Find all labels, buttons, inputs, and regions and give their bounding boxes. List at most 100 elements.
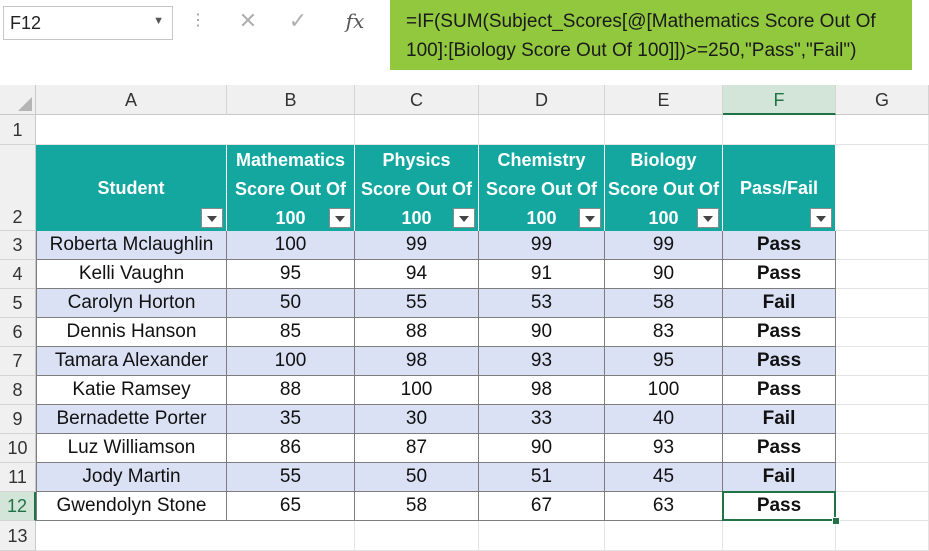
enter-icon[interactable]: ✓	[283, 7, 313, 35]
row-header-9[interactable]: 9	[0, 405, 36, 434]
table-cell[interactable]: 40	[605, 405, 723, 434]
more-options-icon[interactable]: ⋮	[188, 10, 208, 30]
fill-handle[interactable]	[832, 517, 840, 525]
table-cell[interactable]: 99	[479, 231, 605, 260]
table-header-cell[interactable]: Pass/Fail	[723, 145, 836, 231]
table-cell[interactable]: Luz Williamson	[36, 434, 227, 463]
select-all-button[interactable]	[0, 85, 36, 115]
table-cell[interactable]: Gwendolyn Stone	[36, 492, 227, 521]
table-cell[interactable]: 55	[355, 289, 479, 318]
table-cell[interactable]: Dennis Hanson	[36, 318, 227, 347]
table-cell[interactable]: Kelli Vaughn	[36, 260, 227, 289]
table-cell[interactable]: Fail	[723, 289, 836, 318]
table-cell[interactable]: Fail	[723, 405, 836, 434]
table-cell[interactable]: 63	[605, 492, 723, 521]
column-header-b[interactable]: B	[227, 85, 355, 115]
table-cell[interactable]: 87	[355, 434, 479, 463]
table-cell[interactable]: 33	[479, 405, 605, 434]
row-header-6[interactable]: 6	[0, 318, 36, 347]
table-header-cell[interactable]: Chemistry Score Out Of 100	[479, 145, 605, 231]
table-cell[interactable]: 90	[479, 434, 605, 463]
column-header-f[interactable]: F	[723, 85, 836, 115]
table-cell[interactable]: 88	[227, 376, 355, 405]
table-cell[interactable]: 88	[355, 318, 479, 347]
filter-dropdown-icon[interactable]	[201, 208, 223, 228]
table-cell[interactable]: Pass	[723, 260, 836, 289]
insert-function-icon[interactable]: fx	[340, 7, 370, 35]
table-cell[interactable]: 94	[355, 260, 479, 289]
table-cell[interactable]: 100	[605, 376, 723, 405]
row-header-12[interactable]: 12	[0, 492, 36, 521]
row-header-3[interactable]: 3	[0, 231, 36, 260]
table-cell[interactable]: Jody Martin	[36, 463, 227, 492]
row-header-5[interactable]: 5	[0, 289, 36, 318]
table-cell[interactable]: 100	[355, 376, 479, 405]
filter-dropdown-icon[interactable]	[810, 208, 832, 228]
table-cell[interactable]: 30	[355, 405, 479, 434]
table-cell[interactable]: 51	[479, 463, 605, 492]
table-cell[interactable]: Roberta Mclaughlin	[36, 231, 227, 260]
table-cell[interactable]: 100	[227, 347, 355, 376]
column-header-e[interactable]: E	[605, 85, 723, 115]
table-header-cell[interactable]: Physics Score Out Of 100	[355, 145, 479, 231]
column-header-d[interactable]: D	[479, 85, 605, 115]
table-cell[interactable]: 50	[227, 289, 355, 318]
row-header-1[interactable]: 1	[0, 115, 36, 145]
table-cell[interactable]: 55	[227, 463, 355, 492]
table-cell[interactable]: 98	[479, 376, 605, 405]
cancel-icon[interactable]: ✕	[233, 7, 263, 35]
table-cell[interactable]: Pass	[723, 318, 836, 347]
table-header-cell[interactable]: Biology Score Out Of 100	[605, 145, 723, 231]
table-cell[interactable]: 45	[605, 463, 723, 492]
table-cell[interactable]: 53	[479, 289, 605, 318]
table-cell[interactable]: 86	[227, 434, 355, 463]
chevron-down-icon[interactable]: ▼	[153, 15, 164, 27]
table-cell[interactable]: 95	[605, 347, 723, 376]
table-cell[interactable]: Katie Ramsey	[36, 376, 227, 405]
table-cell[interactable]: 99	[605, 231, 723, 260]
table-cell[interactable]: Carolyn Horton	[36, 289, 227, 318]
row-header-11[interactable]: 11	[0, 463, 36, 492]
table-cell[interactable]: 50	[355, 463, 479, 492]
filter-dropdown-icon[interactable]	[329, 208, 351, 228]
table-cell[interactable]: 83	[605, 318, 723, 347]
table-cell[interactable]: 85	[227, 318, 355, 347]
table-cell[interactable]: 90	[605, 260, 723, 289]
table-cell[interactable]: 99	[355, 231, 479, 260]
table-cell[interactable]: 35	[227, 405, 355, 434]
row-header-4[interactable]: 4	[0, 260, 36, 289]
table-cell[interactable]: 65	[227, 492, 355, 521]
table-header-cell[interactable]: Mathematics Score Out Of 100	[227, 145, 355, 231]
table-cell[interactable]: Fail	[723, 463, 836, 492]
filter-dropdown-icon[interactable]	[697, 208, 719, 228]
table-header-cell[interactable]: Student	[36, 145, 227, 231]
row-header-13[interactable]: 13	[0, 521, 36, 551]
table-cell[interactable]: Pass	[723, 434, 836, 463]
table-cell[interactable]: 98	[355, 347, 479, 376]
row-header-10[interactable]: 10	[0, 434, 36, 463]
filter-dropdown-icon[interactable]	[579, 208, 601, 228]
table-cell[interactable]: Pass	[723, 376, 836, 405]
formula-input[interactable]: =IF(SUM(Subject_Scores[@[Mathematics Sco…	[390, 0, 912, 70]
table-cell[interactable]: 95	[227, 260, 355, 289]
table-cell[interactable]: Pass	[723, 347, 836, 376]
table-cell[interactable]: 58	[355, 492, 479, 521]
table-cell[interactable]: 58	[605, 289, 723, 318]
filter-dropdown-icon[interactable]	[453, 208, 475, 228]
table-cell[interactable]: Tamara Alexander	[36, 347, 227, 376]
row-header-7[interactable]: 7	[0, 347, 36, 376]
table-cell[interactable]: 100	[227, 231, 355, 260]
column-header-c[interactable]: C	[355, 85, 479, 115]
table-cell[interactable]: 67	[479, 492, 605, 521]
table-cell[interactable]: Bernadette Porter	[36, 405, 227, 434]
column-header-g[interactable]: G	[836, 85, 929, 115]
table-cell[interactable]: 90	[479, 318, 605, 347]
table-cell[interactable]: Pass	[723, 231, 836, 260]
row-header-8[interactable]: 8	[0, 376, 36, 405]
row-header-2[interactable]: 2	[0, 145, 36, 231]
table-cell[interactable]: 93	[605, 434, 723, 463]
table-cell[interactable]: 91	[479, 260, 605, 289]
table-cell[interactable]: 93	[479, 347, 605, 376]
column-header-a[interactable]: A	[36, 85, 227, 115]
name-box[interactable]: F12 ▼	[3, 6, 173, 40]
